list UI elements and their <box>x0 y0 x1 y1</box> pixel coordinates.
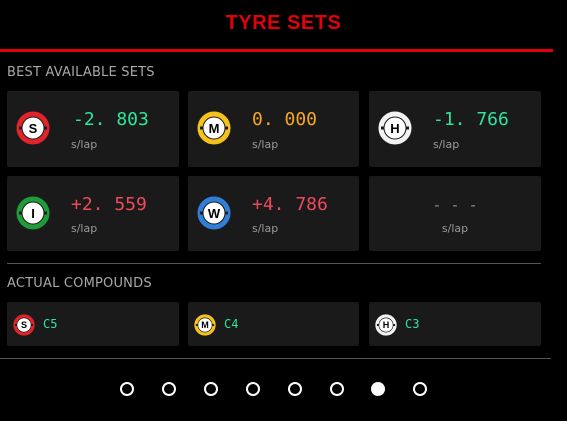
soft-tyre-icon: S <box>13 314 35 336</box>
page-dot-2[interactable] <box>162 382 176 396</box>
medium-tyre-icon: M <box>194 314 216 336</box>
soft-delta: -2. 803 <box>73 109 149 130</box>
hard-tyre-icon: H <box>375 314 397 336</box>
best-set-card-medium[interactable]: M 0. 000 s/lap <box>188 91 359 167</box>
best-sets-label: BEST AVAILABLE SETS <box>7 65 155 80</box>
svg-text:H: H <box>383 320 390 330</box>
page-dot-8[interactable] <box>413 382 427 396</box>
svg-text:I: I <box>31 206 35 221</box>
empty-unit: s/lap <box>441 222 469 235</box>
page-dot-5[interactable] <box>288 382 302 396</box>
medium-unit: s/lap <box>252 138 279 151</box>
best-set-card-soft[interactable]: S -2. 803 s/lap <box>7 91 179 167</box>
hard-compound-label: C3 <box>405 317 420 331</box>
page-dot-6[interactable] <box>330 382 344 396</box>
page-dot-3[interactable] <box>204 382 218 396</box>
svg-text:M: M <box>201 320 209 330</box>
hard-delta: -1. 766 <box>433 109 509 130</box>
wet-unit: s/lap <box>252 222 279 235</box>
hard-unit: s/lap <box>433 138 460 151</box>
intermediate-delta: +2. 559 <box>71 194 147 215</box>
intermediate-unit: s/lap <box>71 222 98 235</box>
empty-delta: - - - <box>432 196 478 214</box>
medium-compound-label: C4 <box>224 317 239 331</box>
compound-card-medium[interactable]: M C4 <box>188 302 359 346</box>
medium-delta: 0. 000 <box>252 109 318 130</box>
page-title: TYRE SETS <box>225 12 342 34</box>
svg-text:H: H <box>390 121 399 136</box>
compound-card-hard[interactable]: H C3 <box>369 302 541 346</box>
best-set-card-intermediate[interactable]: I +2. 559 s/lap <box>7 176 179 251</box>
bottom-divider <box>0 358 551 359</box>
wet-delta: +4. 786 <box>252 194 328 215</box>
intermediate-tyre-icon: I <box>16 196 50 230</box>
soft-tyre-icon: S <box>16 111 50 145</box>
svg-text:W: W <box>208 206 221 221</box>
best-set-card-hard[interactable]: H -1. 766 s/lap <box>369 91 541 167</box>
page-dot-1[interactable] <box>120 382 134 396</box>
compound-card-soft[interactable]: S C5 <box>7 302 179 346</box>
soft-compound-label: C5 <box>43 317 58 331</box>
best-set-card-wet[interactable]: W +4. 786 s/lap <box>188 176 359 251</box>
svg-text:M: M <box>209 121 220 136</box>
section-divider <box>7 263 541 264</box>
wet-tyre-icon: W <box>197 196 231 230</box>
actual-compounds-label: ACTUAL COMPOUNDS <box>7 276 152 291</box>
page-dot-4[interactable] <box>246 382 260 396</box>
page-dot-7[interactable] <box>371 382 385 396</box>
title-underline <box>0 49 553 52</box>
svg-text:S: S <box>21 320 27 330</box>
soft-unit: s/lap <box>71 138 98 151</box>
best-set-card-empty[interactable]: - - - s/lap <box>369 176 541 251</box>
svg-text:S: S <box>29 121 38 136</box>
hard-tyre-icon: H <box>378 111 412 145</box>
medium-tyre-icon: M <box>197 111 231 145</box>
